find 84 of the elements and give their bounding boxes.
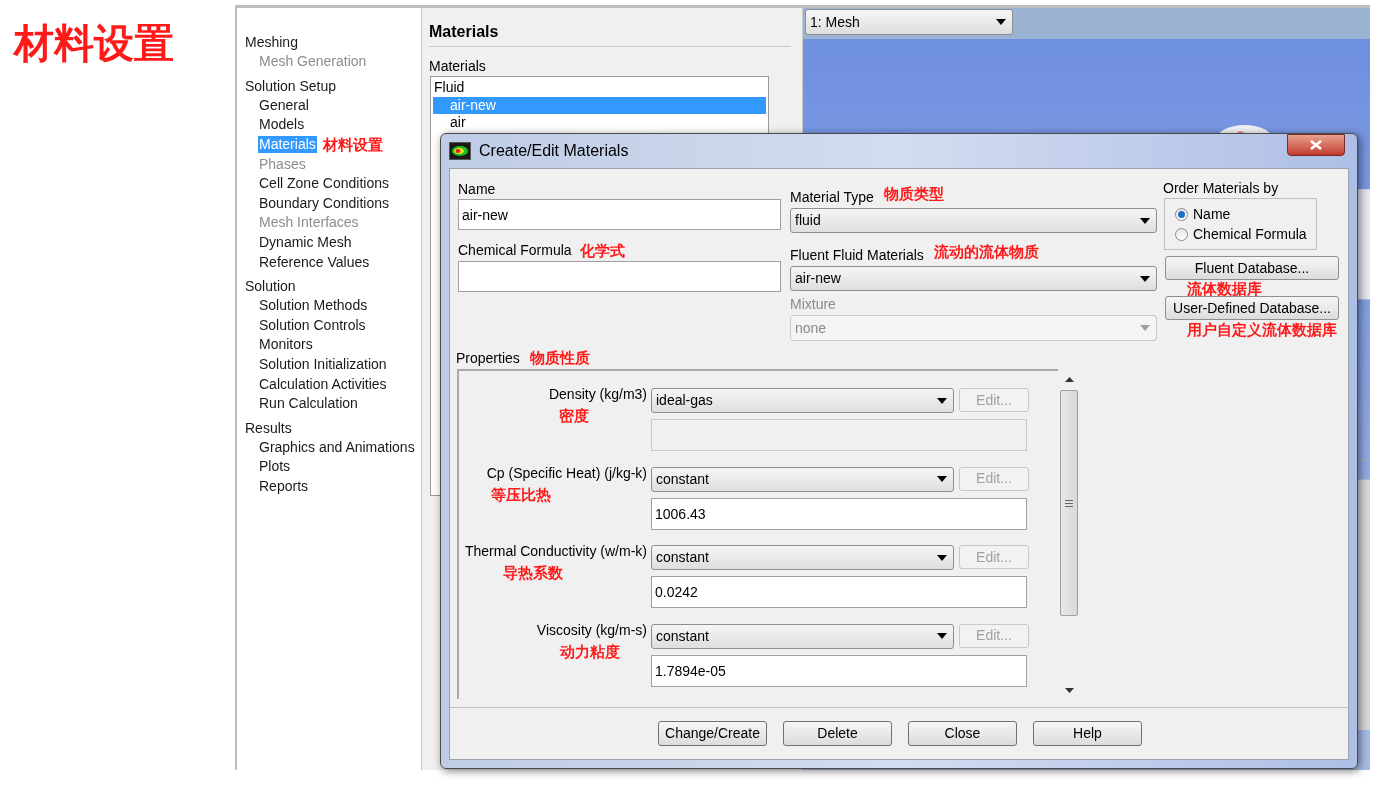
tree-item[interactable]: General bbox=[258, 96, 310, 114]
caret-icon bbox=[937, 554, 947, 561]
tree-group-label[interactable]: Results bbox=[245, 417, 292, 438]
tree-item[interactable]: Models bbox=[258, 116, 306, 134]
caret-icon bbox=[937, 397, 947, 404]
dialog-button[interactable]: Delete bbox=[783, 721, 892, 746]
tree-item[interactable]: Reference Values bbox=[258, 253, 371, 271]
caret-icon bbox=[1140, 275, 1150, 282]
dropdown[interactable]: 1: Mesh bbox=[805, 9, 1013, 35]
annotation: 流体数据库 bbox=[1187, 280, 1263, 298]
tree-item[interactable]: Run Calculation bbox=[258, 395, 359, 413]
annotation: 导热系数 bbox=[503, 564, 563, 582]
tree-item[interactable]: Solution Initialization bbox=[258, 356, 388, 373]
radio-button[interactable] bbox=[1175, 207, 1188, 221]
field-label: Chemical Formula bbox=[458, 241, 572, 260]
value-field[interactable]: 1.7894e-05 bbox=[651, 654, 1027, 687]
field-label: Name bbox=[458, 180, 496, 199]
caret-icon bbox=[1140, 325, 1150, 331]
section-label: Properties bbox=[456, 349, 520, 367]
formula-field[interactable] bbox=[458, 261, 781, 292]
dialog-button[interactable]: Help bbox=[1033, 721, 1142, 746]
field-label: Material Type bbox=[790, 188, 874, 207]
dropdown[interactable]: ideal-gas bbox=[651, 388, 954, 413]
property-label: Cp (Specific Heat) (j/kg-k) bbox=[486, 463, 647, 482]
tree-item[interactable]: Reports bbox=[258, 478, 310, 495]
field-label: Mixture bbox=[790, 295, 836, 314]
group-label: Order Materials by bbox=[1163, 179, 1279, 197]
annotation: 物质类型 bbox=[883, 185, 944, 203]
field-label: Fluent Fluid Materials bbox=[790, 246, 924, 265]
scroll-thumb[interactable] bbox=[1060, 390, 1078, 616]
dropdown[interactable]: air-new bbox=[790, 266, 1157, 291]
value-field[interactable]: 1006.43 bbox=[651, 497, 1027, 530]
app-icon bbox=[449, 142, 471, 160]
database-button[interactable]: Fluent Database... bbox=[1165, 256, 1339, 280]
annotation: 动力粘度 bbox=[560, 642, 620, 661]
database-button[interactable]: User-Defined Database... bbox=[1165, 296, 1339, 320]
radio-label: Chemical Formula bbox=[1193, 225, 1307, 243]
list-item[interactable]: Fluid bbox=[433, 79, 766, 97]
scroll-down-icon[interactable] bbox=[1064, 688, 1074, 693]
annotation: 用户自定义流体数据库 bbox=[1187, 321, 1338, 339]
annotation: 密度 bbox=[559, 407, 589, 425]
list-label: Materials bbox=[429, 57, 486, 75]
dropdown[interactable]: constant bbox=[651, 545, 954, 570]
annotation: 等压比热 bbox=[491, 485, 551, 504]
annotation: 流动的流体物质 bbox=[933, 243, 1039, 261]
list-item[interactable]: air bbox=[433, 114, 766, 132]
radio-label: Name bbox=[1193, 205, 1231, 223]
tree-item[interactable]: Cell Zone Conditions bbox=[258, 175, 390, 193]
tree-item[interactable]: Solution Methods bbox=[258, 297, 369, 315]
tree-group-label[interactable]: Solution bbox=[245, 275, 296, 296]
caret-icon bbox=[996, 19, 1006, 25]
scroll-up-icon[interactable] bbox=[1064, 377, 1074, 382]
annotation: 化学式 bbox=[579, 242, 625, 260]
tree-group-label[interactable]: Meshing bbox=[245, 32, 298, 52]
tree-group-label[interactable]: Solution Setup bbox=[245, 75, 337, 96]
tree-item[interactable]: Dynamic Mesh bbox=[258, 234, 353, 252]
caret-icon bbox=[937, 476, 947, 482]
annotation: 物质性质 bbox=[529, 349, 590, 367]
caret-icon bbox=[937, 633, 947, 639]
close-icon bbox=[1310, 140, 1322, 150]
tree-item[interactable]: Graphics and Animations bbox=[258, 438, 416, 456]
caret-icon bbox=[1140, 217, 1150, 224]
panel-title: Materials bbox=[429, 22, 499, 42]
tree-item[interactable]: Plots bbox=[258, 458, 292, 476]
radio-button[interactable] bbox=[1175, 227, 1188, 241]
slide-title: 材料设置 bbox=[14, 20, 174, 67]
property-label: Viscosity (kg/m-s) bbox=[536, 620, 647, 639]
value-field[interactable]: 0.0242 bbox=[651, 576, 1027, 608]
tree-item[interactable]: Solution Controls bbox=[258, 316, 367, 334]
tree-item[interactable]: Calculation Activities bbox=[258, 375, 388, 393]
dialog-button[interactable]: Close bbox=[908, 721, 1017, 746]
dropdown[interactable]: constant bbox=[651, 466, 954, 492]
grip-icon bbox=[1065, 499, 1073, 507]
close-button[interactable] bbox=[1287, 134, 1345, 156]
dialog-title: Create/Edit Materials bbox=[479, 141, 629, 161]
property-label: Density (kg/m3) bbox=[548, 385, 647, 403]
tree-item[interactable]: Monitors bbox=[258, 336, 314, 354]
tree-item[interactable]: Boundary Conditions bbox=[258, 194, 390, 212]
dropdown[interactable]: fluid bbox=[790, 208, 1157, 233]
annotation: 材料设置 bbox=[322, 135, 383, 154]
dialog-button[interactable]: Change/Create bbox=[658, 721, 767, 746]
dropdown[interactable]: constant bbox=[651, 623, 954, 649]
name-field[interactable]: air-new bbox=[458, 199, 781, 230]
property-label: Thermal Conductivity (w/m-k) bbox=[464, 542, 647, 560]
